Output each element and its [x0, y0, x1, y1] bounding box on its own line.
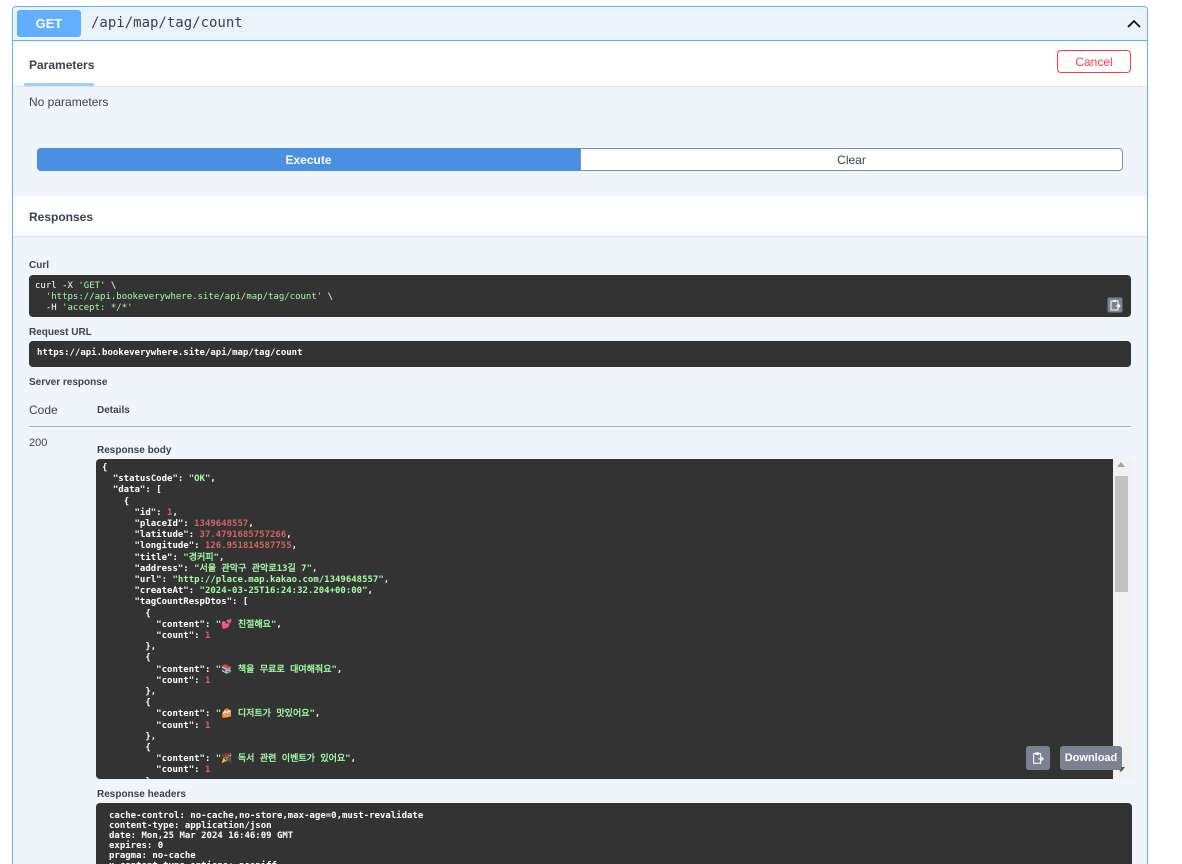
curl-command[interactable]: curl -X 'GET' \ 'https://api.bookeverywh…	[29, 275, 1131, 317]
tab-active-indicator	[24, 83, 94, 86]
response-body-label: Response body	[97, 445, 172, 456]
header-line: pragma: no-cache	[109, 851, 196, 861]
json-line: },	[102, 777, 389, 779]
response-body[interactable]: { "statusCode": "OK", "data": [ { "id": …	[96, 459, 1132, 779]
clipboard-icon[interactable]	[1107, 297, 1123, 313]
header-line: date: Mon,25 Mar 2024 16:46:09 GMT	[109, 831, 294, 841]
column-header-code: Code	[29, 403, 58, 417]
no-parameters-text: No parameters	[29, 95, 109, 109]
json-line: "count": 1	[102, 765, 211, 776]
curl-lines: curl -X 'GET' \ 'https://api.bookeverywh…	[35, 281, 1125, 314]
curl-label: Curl	[29, 260, 49, 271]
scroll-thumb[interactable]	[1115, 476, 1128, 592]
json-line: "latitude": 37.4791685757266,	[102, 530, 292, 541]
response-status-code: 200	[29, 437, 48, 449]
json-line: "content": "💕 친절해요",	[102, 619, 282, 630]
json-line: "tagCountRespDtos": [	[102, 597, 249, 608]
json-line: "address": "서울 관악구 관악로13길 7",	[102, 563, 318, 574]
response-headers-label: Response headers	[97, 789, 186, 800]
operation-block: GET /api/map/tag/count Parameters Cancel…	[12, 6, 1148, 864]
json-line: {	[145, 608, 151, 619]
table-divider	[29, 426, 1131, 427]
json-line: "createAt": "2024-03-25T16:24:32.204+00:…	[102, 586, 373, 597]
json-line: {	[145, 743, 151, 754]
json-line: "content": "🍰 디저트가 맛있어요",	[102, 709, 321, 720]
header-line: expires: 0	[109, 841, 164, 851]
json-line: },	[145, 731, 157, 742]
parameters-header: Parameters Cancel	[13, 42, 1147, 87]
clear-button[interactable]: Clear	[580, 148, 1123, 171]
json-line: {	[145, 698, 151, 709]
responses-header: Responses	[13, 196, 1147, 237]
endpoint-path: /api/map/tag/count	[91, 15, 243, 31]
method-badge: GET	[17, 10, 81, 37]
request-url-label: Request URL	[29, 327, 92, 338]
cancel-button[interactable]: Cancel	[1057, 50, 1131, 73]
json-line: {	[145, 653, 151, 664]
json-line: "count": 1	[102, 675, 211, 686]
json-line: "title": "경커피",	[102, 552, 225, 563]
json-line: "content": "📚 책을 무료로 대여해줘요",	[102, 664, 343, 675]
json-line: "statusCode": "OK",	[102, 474, 216, 485]
json-line: "url": "http://place.map.kakao.com/13496…	[102, 575, 390, 586]
header-line: cache-control: no-cache,no-store,max-age…	[109, 811, 424, 821]
download-button[interactable]: Download	[1060, 746, 1122, 770]
json-line: "id": 1,	[102, 507, 178, 518]
curl-line: -H 'accept: */*'	[35, 303, 133, 313]
json-line: "content": "🎉 독서 관련 이벤트가 있어요",	[102, 754, 357, 765]
json-line: {	[123, 496, 130, 507]
json-line: "count": 1	[102, 631, 211, 642]
json-line: },	[145, 642, 157, 653]
scrollbar[interactable]	[1113, 459, 1132, 779]
chevron-up-icon[interactable]	[1125, 15, 1143, 33]
response-body-json: { "statusCode": "OK", "data": [ { "id": …	[102, 463, 389, 779]
execute-wrapper: Execute Clear	[37, 148, 1123, 171]
response-headers: cache-control: no-cache,no-store,max-age…	[96, 803, 1132, 864]
execute-button[interactable]: Execute	[37, 148, 580, 171]
curl-line: curl -X 'GET' \	[35, 281, 117, 291]
clipboard-icon	[1033, 752, 1044, 764]
json-line: "longitude": 126.951814587755,	[102, 541, 298, 552]
json-line: "count": 1	[102, 720, 211, 731]
copy-response-button[interactable]	[1026, 746, 1050, 770]
request-url: https://api.bookeverywhere.site/api/map/…	[29, 341, 1131, 367]
json-line: "placeId": 1349648557,	[102, 519, 254, 530]
column-header-details: Details	[97, 405, 130, 416]
server-response-label: Server response	[29, 377, 108, 388]
tab-parameters[interactable]: Parameters	[24, 42, 99, 87]
json-line: "data": [	[102, 485, 162, 496]
curl-line: 'https://api.bookeverywhere.site/api/map…	[45, 292, 334, 302]
scroll-up-arrow[interactable]	[1117, 462, 1125, 467]
header-line: content-type: application/json	[109, 821, 272, 831]
json-line: {	[102, 463, 108, 473]
json-line: },	[145, 687, 157, 698]
responses-title: Responses	[29, 210, 94, 224]
operation-summary[interactable]: GET /api/map/tag/count	[13, 7, 1147, 41]
